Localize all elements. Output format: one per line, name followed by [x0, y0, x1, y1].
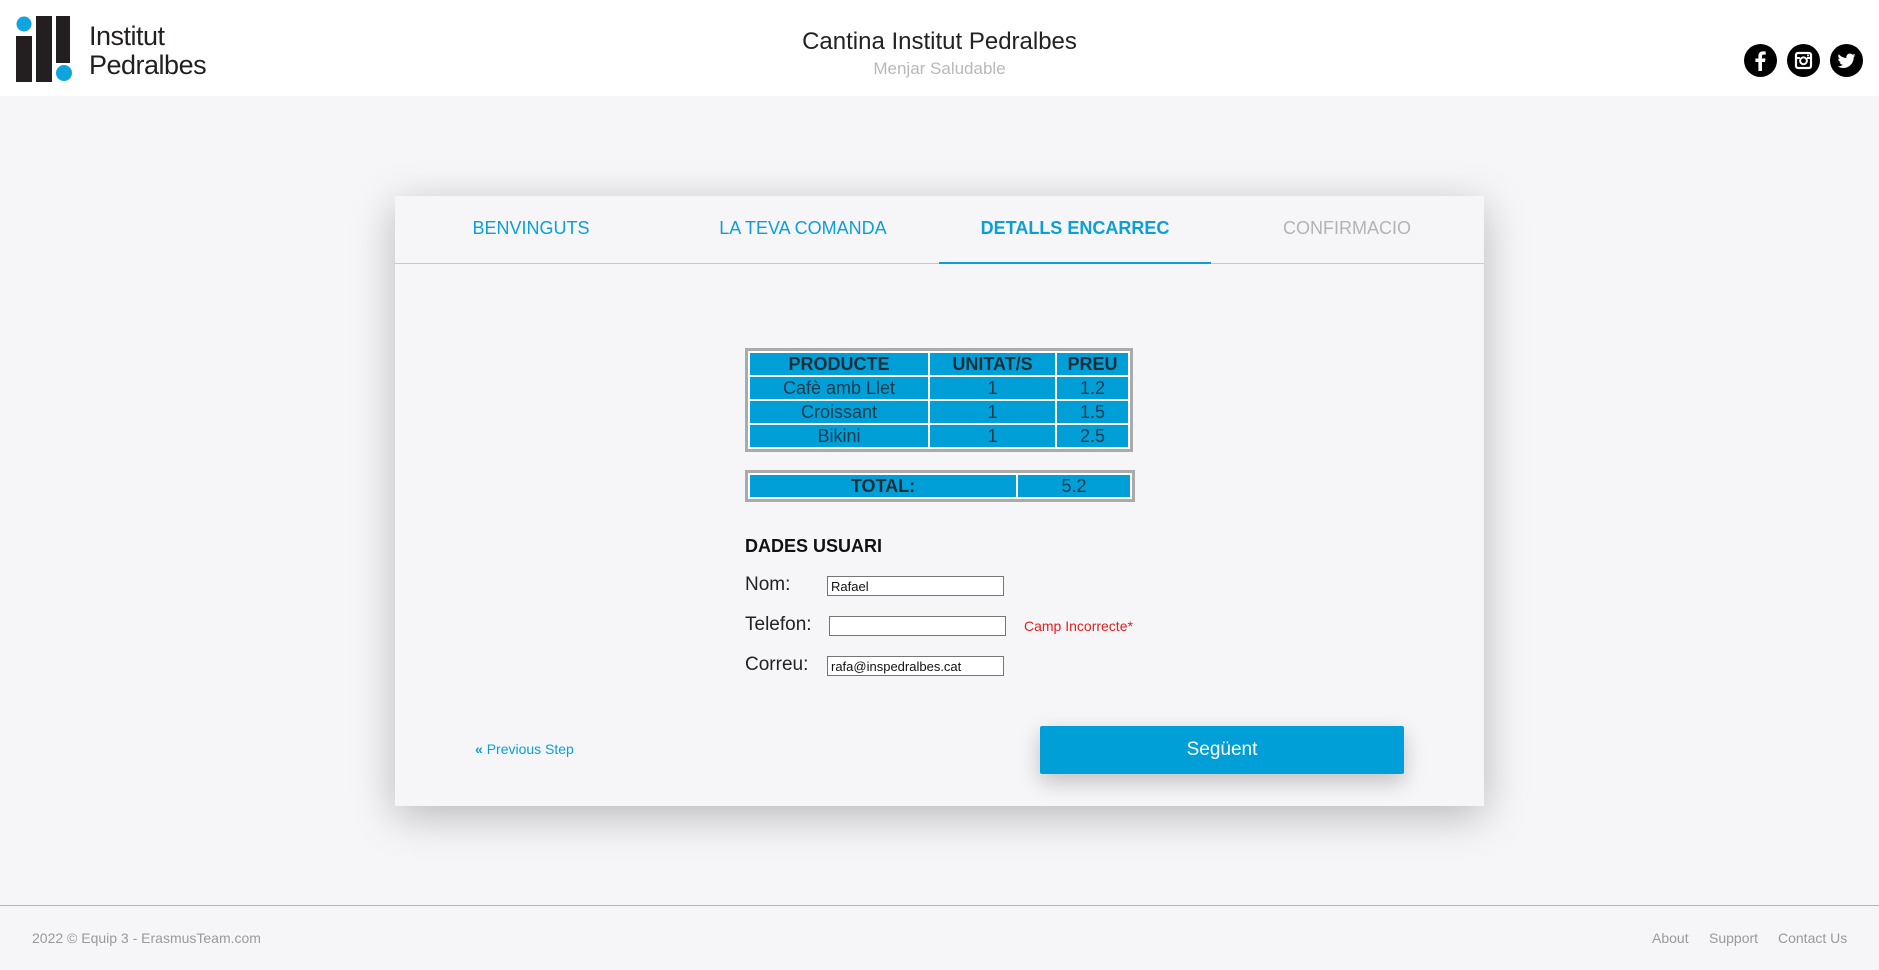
- total-label: TOTAL:: [750, 475, 1016, 497]
- user-data-heading: DADES USUARI: [745, 536, 883, 556]
- email-label: Correu:: [745, 654, 809, 675]
- footer-link-support[interactable]: Support: [1709, 930, 1758, 946]
- price-cell: 2.5: [1057, 425, 1128, 447]
- order-table: PRODUCTE UNITAT/S PREU Cafè amb Llet 1 1…: [745, 348, 1133, 452]
- price-cell: 1.2: [1057, 377, 1128, 399]
- phone-error-message: Camp Incorrecte*: [1024, 618, 1133, 634]
- product-cell: Cafè amb Llet: [750, 377, 928, 399]
- table-header-row: PRODUCTE UNITAT/S PREU: [750, 353, 1128, 375]
- previous-step-link[interactable]: « Previous Step: [475, 741, 574, 757]
- tab-benvinguts[interactable]: BENVINGUTS: [395, 196, 667, 264]
- site-header: Institut Pedralbes Cantina Institut Pedr…: [0, 0, 1879, 96]
- phone-label: Telefon:: [745, 614, 812, 635]
- total-table: TOTAL: 5.2: [745, 470, 1135, 502]
- email-field[interactable]: [827, 656, 1004, 676]
- table-row: Croissant 1 1.5: [750, 401, 1128, 423]
- tab-la-teva-comanda[interactable]: LA TEVA COMANDA: [667, 196, 939, 264]
- units-cell: 1: [930, 425, 1055, 447]
- name-label: Nom:: [745, 574, 791, 595]
- product-cell: Bikini: [750, 425, 928, 447]
- footer-link-contact[interactable]: Contact Us: [1778, 930, 1847, 946]
- order-wizard-card: BENVINGUTS LA TEVA COMANDA DETALLS ENCAR…: [395, 196, 1484, 806]
- tab-confirmacio[interactable]: CONFIRMACIO: [1211, 196, 1483, 264]
- column-header-producte: PRODUCTE: [750, 353, 928, 375]
- phone-field[interactable]: [829, 616, 1006, 636]
- product-cell: Croissant: [750, 401, 928, 423]
- wizard-tabs: BENVINGUTS LA TEVA COMANDA DETALLS ENCAR…: [395, 196, 1484, 264]
- double-chevron-left-icon: «: [475, 741, 483, 757]
- column-header-unitats: UNITAT/S: [930, 353, 1055, 375]
- site-subtitle: Menjar Saludable: [873, 59, 1006, 78]
- instagram-icon[interactable]: [1787, 44, 1820, 77]
- twitter-icon[interactable]: [1830, 44, 1863, 77]
- table-row: Cafè amb Llet 1 1.2: [750, 377, 1128, 399]
- table-row: Bikini 1 2.5: [750, 425, 1128, 447]
- name-field[interactable]: [827, 576, 1004, 596]
- site-footer: 2022 © Equip 3 - ErasmusTeam.com About S…: [0, 905, 1879, 970]
- column-header-preu: PREU: [1057, 353, 1128, 375]
- price-cell: 1.5: [1057, 401, 1128, 423]
- total-value: 5.2: [1018, 475, 1130, 497]
- site-title: Cantina Institut Pedralbes: [802, 28, 1077, 55]
- units-cell: 1: [930, 401, 1055, 423]
- previous-step-label: Previous Step: [486, 741, 574, 757]
- total-row: TOTAL: 5.2: [750, 475, 1130, 497]
- tab-detalls-encarrec[interactable]: DETALLS ENCARREC: [939, 196, 1211, 264]
- facebook-icon[interactable]: [1744, 44, 1777, 77]
- next-button[interactable]: Següent: [1040, 726, 1404, 774]
- units-cell: 1: [930, 377, 1055, 399]
- footer-link-about[interactable]: About: [1652, 930, 1689, 946]
- footer-copyright: 2022 © Equip 3 - ErasmusTeam.com: [32, 930, 261, 946]
